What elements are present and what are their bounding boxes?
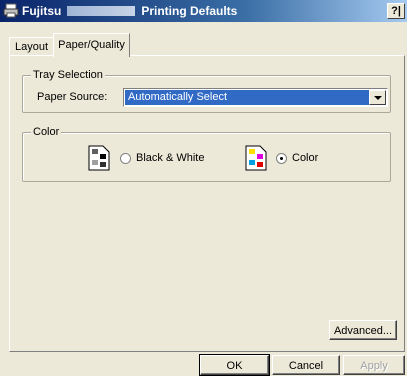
paper-source-select[interactable]: Automatically Select bbox=[123, 88, 388, 107]
title-bar: Fujitsu Printing Defaults ?| bbox=[0, 0, 407, 22]
chevron-down-icon[interactable] bbox=[369, 90, 386, 105]
ok-button[interactable]: OK bbox=[199, 354, 270, 376]
color-document-icon bbox=[245, 145, 267, 171]
color-label[interactable]: Color bbox=[292, 152, 318, 164]
window-title-prefix: Fujitsu bbox=[22, 4, 62, 18]
black-white-label[interactable]: Black & White bbox=[136, 152, 204, 164]
cancel-button[interactable]: Cancel bbox=[272, 355, 340, 375]
apply-button[interactable]: Apply bbox=[343, 355, 405, 375]
tray-selection-legend: Tray Selection bbox=[31, 69, 105, 81]
color-group: Color Black & White Color bbox=[22, 126, 391, 182]
tab-panel: Tray Selection Paper Source: Automatical… bbox=[9, 55, 405, 352]
paper-source-value: Automatically Select bbox=[125, 90, 369, 105]
help-button[interactable]: ?| bbox=[387, 3, 405, 19]
paper-source-label: Paper Source: bbox=[37, 91, 108, 103]
printer-icon bbox=[3, 3, 19, 18]
advanced-button[interactable]: Advanced... bbox=[329, 320, 397, 340]
color-legend: Color bbox=[31, 126, 62, 138]
black-white-radio[interactable] bbox=[120, 153, 131, 164]
window-title: Fujitsu Printing Defaults bbox=[22, 4, 237, 18]
redacted-model-name bbox=[67, 6, 136, 16]
tray-selection-group: Tray Selection Paper Source: Automatical… bbox=[22, 69, 391, 113]
window-title-suffix: Printing Defaults bbox=[141, 4, 238, 18]
black-white-document-icon bbox=[88, 145, 110, 171]
color-radio[interactable] bbox=[276, 153, 287, 164]
tab-paper-quality[interactable]: Paper/Quality bbox=[53, 33, 130, 57]
